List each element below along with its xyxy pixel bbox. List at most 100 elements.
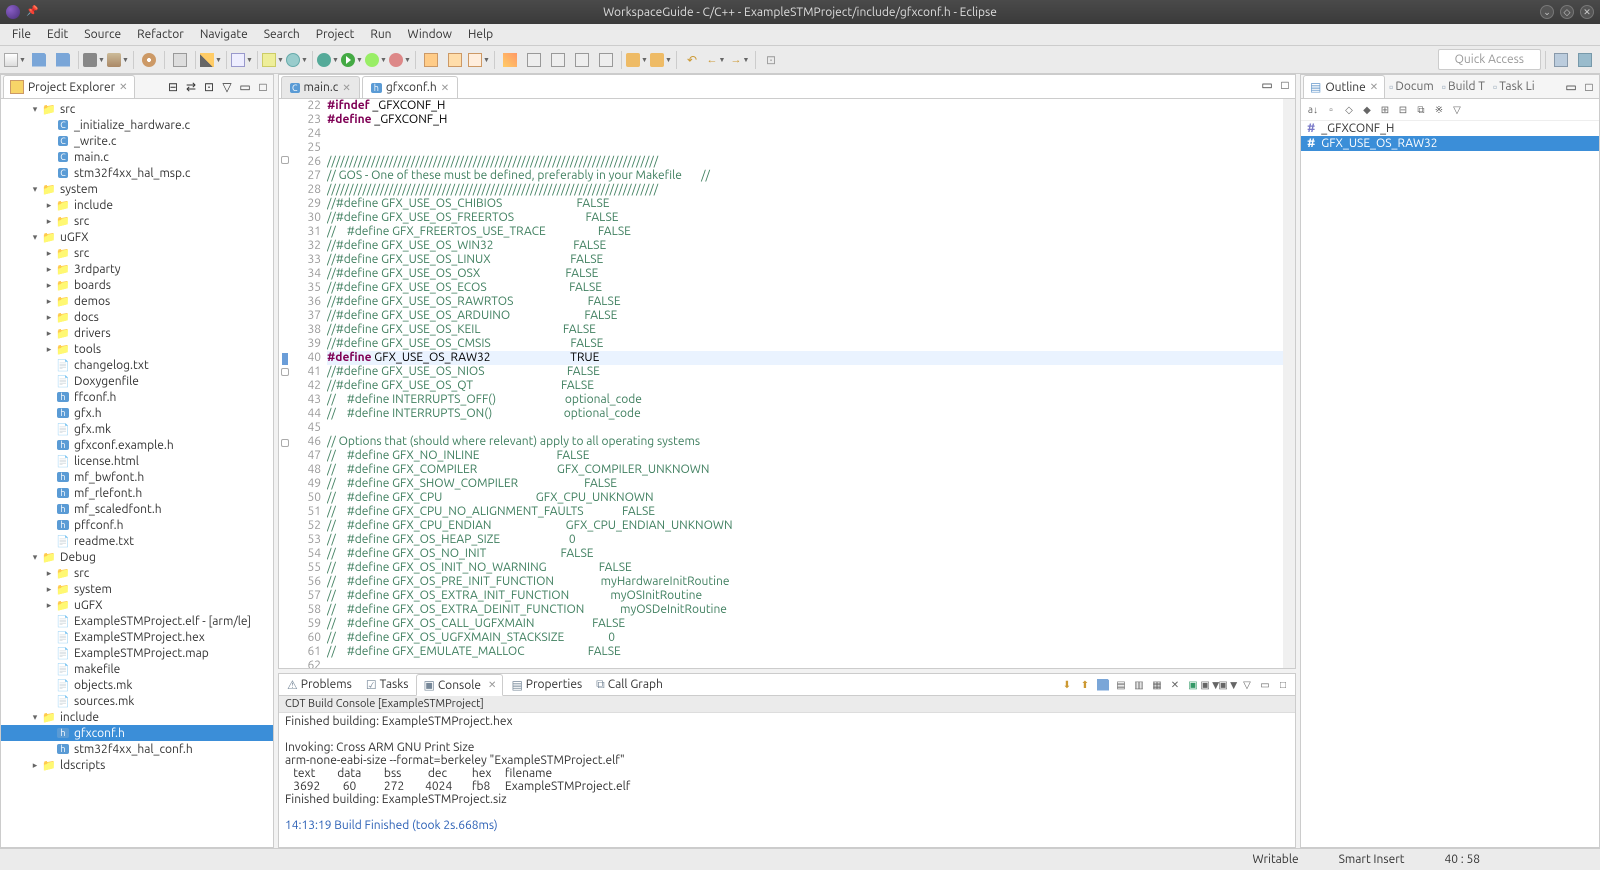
tree-item[interactable]: tools xyxy=(1,341,273,357)
tree-item[interactable]: ExampleSTMProject.elf - [arm/le] xyxy=(1,613,273,629)
maximize-editor-button[interactable]: □ xyxy=(1277,77,1293,93)
tree-item[interactable]: mf_rlefont.h xyxy=(1,485,273,501)
outline-tab[interactable]: ▤ Outline ✕ xyxy=(1303,75,1385,98)
last-edit-button[interactable]: ↶ xyxy=(681,49,703,71)
build-target-button[interactable] xyxy=(138,49,160,71)
tree-item[interactable]: gfx.h xyxy=(1,405,273,421)
tree-item[interactable]: uGFX xyxy=(1,597,273,613)
debug-button[interactable]: ▼ xyxy=(317,49,339,71)
outline-item[interactable]: #GFX_USE_OS_RAW32 xyxy=(1301,136,1599,151)
filter1-button[interactable]: ⊞ xyxy=(1377,102,1393,118)
save-button[interactable] xyxy=(28,49,50,71)
maximize-outline-button[interactable]: □ xyxy=(1581,79,1597,95)
console1-button[interactable]: ▤ xyxy=(1113,677,1129,693)
scroll-lock-up-button[interactable]: ⬇ xyxy=(1059,677,1075,693)
menu-window[interactable]: Window xyxy=(400,25,460,44)
bottom-tab-call-graph[interactable]: ⧉Call Graph xyxy=(590,675,669,695)
console-output[interactable]: Finished building: ExampleSTMProject.hex… xyxy=(279,713,1295,847)
new-folder-button[interactable] xyxy=(444,49,466,71)
tree-item[interactable]: src xyxy=(1,213,273,229)
save-all-button[interactable] xyxy=(52,49,74,71)
maximize-console-button[interactable]: □ xyxy=(1275,677,1291,693)
tree-item[interactable]: _initialize_hardware.c xyxy=(1,117,273,133)
display-console-button[interactable]: ▣▼ xyxy=(1203,677,1219,693)
minimize-button[interactable]: ⌄ xyxy=(1540,5,1554,19)
new-button[interactable]: ▼ xyxy=(4,49,26,71)
menu-help[interactable]: Help xyxy=(460,25,501,44)
external-tools-button[interactable]: ▼ xyxy=(389,49,411,71)
view-menu-button[interactable]: ▽ xyxy=(219,79,235,95)
menu-edit[interactable]: Edit xyxy=(39,25,76,44)
save-console-button[interactable] xyxy=(1095,677,1111,693)
tree-item[interactable]: src xyxy=(1,565,273,581)
hide-fields-button[interactable]: ▫ xyxy=(1323,102,1339,118)
tree-item[interactable]: main.c xyxy=(1,149,273,165)
prev-annot-button[interactable]: ▼ xyxy=(650,49,672,71)
open-type-button[interactable]: ▼ xyxy=(286,49,308,71)
bottom-tab-properties[interactable]: ▤Properties xyxy=(505,675,588,695)
pin-editor-button[interactable]: ⊡ xyxy=(760,49,782,71)
pin-icon[interactable]: 📌 xyxy=(26,5,38,19)
tree-item[interactable]: 3rdparty xyxy=(1,261,273,277)
tree-item[interactable]: stm32f4xx_hal_msp.c xyxy=(1,165,273,181)
tree-item[interactable]: pffconf.h xyxy=(1,517,273,533)
close-icon[interactable]: ✕ xyxy=(342,82,350,94)
close-icon[interactable]: ✕ xyxy=(441,82,449,94)
tree-item[interactable]: Debug xyxy=(1,549,273,565)
toggle-source-button[interactable] xyxy=(523,49,545,71)
tree-item[interactable]: mf_scaledfont.h xyxy=(1,501,273,517)
tree-item[interactable]: ffconf.h xyxy=(1,389,273,405)
tree-item[interactable]: makefile xyxy=(1,661,273,677)
menu-search[interactable]: Search xyxy=(256,25,308,44)
editor-tab[interactable]: main.c✕ xyxy=(281,76,360,98)
tree-item[interactable]: license.html xyxy=(1,453,273,469)
tree-item[interactable]: src xyxy=(1,245,273,261)
minimize-editor-button[interactable]: ▭ xyxy=(1259,77,1275,93)
project-tree[interactable]: src_initialize_hardware.c_write.cmain.cs… xyxy=(1,99,273,847)
tree-item[interactable]: gfxconf.example.h xyxy=(1,437,273,453)
perspective-cpp-button[interactable] xyxy=(1550,49,1572,71)
menu-file[interactable]: File xyxy=(4,25,39,44)
focus-button[interactable]: ⊡ xyxy=(201,79,217,95)
console2-button[interactable]: ▥ xyxy=(1131,677,1147,693)
outline-item[interactable]: #_GFXCONF_H xyxy=(1301,121,1599,136)
tree-item[interactable]: demos xyxy=(1,293,273,309)
menu-run[interactable]: Run xyxy=(362,25,399,44)
tree-item[interactable]: Doxygenfile xyxy=(1,373,273,389)
run-button[interactable]: ▼ xyxy=(341,49,363,71)
rebuild-button[interactable] xyxy=(169,49,191,71)
project-explorer-tab[interactable]: Project Explorer ✕ xyxy=(3,75,135,98)
tree-item[interactable]: docs xyxy=(1,309,273,325)
open-element-button[interactable]: ▼ xyxy=(262,49,284,71)
wand-button[interactable]: ▼ xyxy=(200,49,222,71)
tree-item[interactable]: ldscripts xyxy=(1,757,273,773)
editor-scrollbar[interactable] xyxy=(1283,99,1295,668)
tree-item[interactable]: stm32f4xx_hal_conf.h xyxy=(1,741,273,757)
tree-item[interactable]: gfx.mk xyxy=(1,421,273,437)
menu-source[interactable]: Source xyxy=(76,25,129,44)
nav-forward-button[interactable]: ▼ xyxy=(729,49,751,71)
outline-menu-button[interactable]: ▽ xyxy=(1449,102,1465,118)
toggle-mark-button[interactable] xyxy=(499,49,521,71)
maximize-view-button[interactable]: □ xyxy=(255,79,271,95)
tree-item[interactable]: mf_bwfont.h xyxy=(1,469,273,485)
tree-item[interactable]: gfxconf.h xyxy=(1,725,273,741)
menu-project[interactable]: Project xyxy=(308,25,363,44)
minimize-view-button[interactable]: ▭ xyxy=(237,79,253,95)
outline-other-tab[interactable]: ▫Task Li xyxy=(1489,76,1539,98)
close-icon[interactable]: ✕ xyxy=(1370,81,1378,93)
tree-item[interactable]: _write.c xyxy=(1,133,273,149)
quick-access-field[interactable]: Quick Access xyxy=(1438,49,1541,70)
tree-item[interactable]: system xyxy=(1,581,273,597)
outline-tree[interactable]: #_GFXCONF_H#GFX_USE_OS_RAW32 xyxy=(1301,121,1599,847)
scroll-lock-down-button[interactable]: ⬆ xyxy=(1077,677,1093,693)
filter3-button[interactable]: ※ xyxy=(1431,102,1447,118)
toggle-block-button[interactable] xyxy=(547,49,569,71)
next-annot-button[interactable]: ▼ xyxy=(626,49,648,71)
switch-editor-button[interactable]: ▼ xyxy=(231,49,253,71)
new-project-button[interactable] xyxy=(420,49,442,71)
open-console-button[interactable]: ▣ xyxy=(1185,677,1201,693)
maximize-button[interactable]: ◇ xyxy=(1560,5,1574,19)
toggle-select-button[interactable] xyxy=(571,49,593,71)
tree-item[interactable]: ExampleSTMProject.map xyxy=(1,645,273,661)
